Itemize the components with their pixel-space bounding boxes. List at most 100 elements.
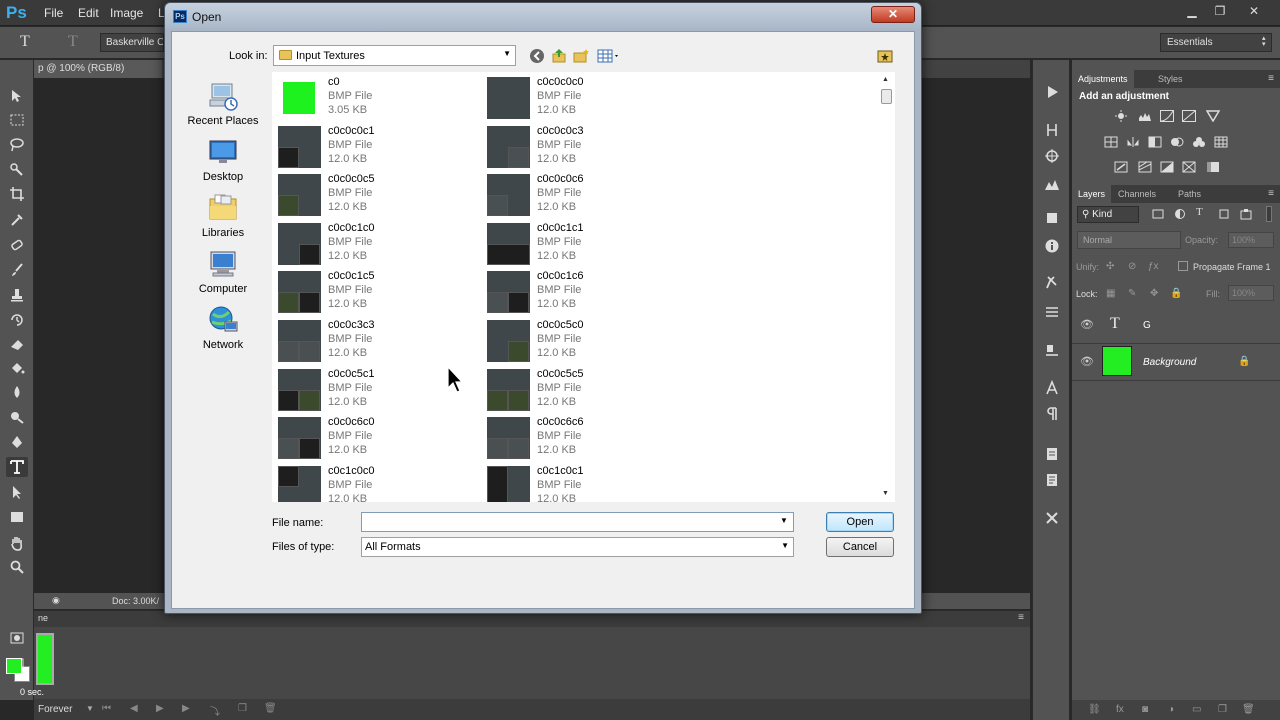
vibrance-icon[interactable] bbox=[1206, 110, 1220, 122]
tab-styles[interactable]: Styles bbox=[1152, 70, 1189, 88]
frame-1-thumbnail[interactable] bbox=[36, 633, 54, 685]
rectangle-tool-icon[interactable] bbox=[6, 507, 28, 527]
eyedropper-tool-icon[interactable] bbox=[6, 210, 28, 230]
type-tool-button-icon[interactable] bbox=[6, 457, 28, 477]
file-item[interactable]: c0c0c1c5 BMP File 12.0 KB bbox=[274, 268, 474, 314]
visibility-eye-icon[interactable]: 👁 bbox=[1080, 318, 1094, 331]
unify-position-icon[interactable]: ✣ bbox=[1106, 261, 1114, 272]
cancel-button[interactable]: Cancel bbox=[826, 537, 894, 557]
file-item[interactable]: c0c0c5c5 BMP File 12.0 KB bbox=[483, 366, 683, 412]
color-balance-icon[interactable] bbox=[1126, 136, 1140, 148]
posterize-icon[interactable] bbox=[1138, 161, 1152, 173]
file-item[interactable]: c0c0c1c0 BMP File 12.0 KB bbox=[274, 220, 474, 266]
fill-input[interactable]: 100% bbox=[1228, 285, 1274, 301]
tab-channels[interactable]: Channels bbox=[1112, 185, 1162, 203]
visibility-eye-icon[interactable]: 👁 bbox=[1080, 355, 1094, 368]
file-item[interactable]: c0c1c0c1 BMP File 12.0 KB bbox=[483, 463, 683, 502]
tween-icon[interactable]: ⤵ bbox=[210, 703, 220, 718]
play-icon[interactable]: ▶ bbox=[156, 703, 164, 714]
look-in-select[interactable]: Input Textures ▼ bbox=[273, 45, 516, 66]
threshold-icon[interactable] bbox=[1160, 161, 1174, 173]
measurement-icon[interactable] bbox=[1044, 472, 1060, 488]
place-computer[interactable]: Computer bbox=[180, 248, 266, 304]
place-desktop[interactable]: Desktop bbox=[180, 136, 266, 192]
delete-frame-icon[interactable]: 🗑 bbox=[264, 703, 277, 714]
new-layer-icon[interactable]: ❐ bbox=[1218, 704, 1227, 715]
filter-toggle[interactable] bbox=[1266, 206, 1272, 222]
unify-style-icon[interactable]: ƒx bbox=[1148, 261, 1159, 272]
unify-visibility-icon[interactable]: ⊘ bbox=[1128, 261, 1136, 272]
black-white-icon[interactable] bbox=[1148, 136, 1162, 148]
view-menu-button[interactable] bbox=[596, 47, 622, 65]
channel-mixer-icon[interactable] bbox=[1192, 136, 1206, 148]
favorites-button[interactable] bbox=[876, 47, 894, 65]
type-filter-icon[interactable]: T bbox=[1196, 206, 1203, 218]
selective-color-icon[interactable] bbox=[1182, 161, 1196, 173]
info-icon[interactable] bbox=[1044, 238, 1060, 254]
blend-mode-select[interactable]: Normal bbox=[1077, 231, 1181, 249]
file-item[interactable]: c0c0c5c1 BMP File 12.0 KB bbox=[274, 366, 474, 412]
close-window-icon[interactable]: ✕ bbox=[1243, 2, 1265, 20]
file-name-input[interactable] bbox=[361, 512, 794, 532]
tab-paths[interactable]: Paths bbox=[1172, 185, 1207, 203]
layer-filter-select[interactable]: ⚲ Kind bbox=[1077, 206, 1139, 223]
foreground-color-swatch[interactable] bbox=[6, 658, 22, 674]
panel-menu-icon[interactable]: ≡ bbox=[1018, 612, 1024, 623]
hue-saturation-icon[interactable] bbox=[1104, 136, 1118, 148]
minimize-icon[interactable]: ▁ bbox=[1181, 2, 1203, 20]
tab-adjustments[interactable]: Adjustments bbox=[1072, 70, 1134, 88]
chevron-down-icon[interactable]: ▼ bbox=[780, 516, 788, 525]
file-list-scrollbar[interactable]: ▲ ▼ bbox=[878, 72, 895, 502]
lock-paint-icon[interactable]: ✎ bbox=[1128, 288, 1136, 299]
frame-delay[interactable]: 0 sec. bbox=[20, 687, 44, 697]
status-arrow-icon[interactable]: ◉ bbox=[52, 595, 60, 606]
invert-icon[interactable] bbox=[1114, 161, 1128, 173]
menu-image[interactable]: Image bbox=[110, 6, 143, 20]
file-item[interactable]: c0c0c1c6 BMP File 12.0 KB bbox=[483, 268, 683, 314]
up-folder-button[interactable] bbox=[550, 47, 568, 65]
propagate-checkbox[interactable] bbox=[1178, 261, 1188, 271]
dodge-tool-icon[interactable] bbox=[6, 407, 28, 427]
layer-row-background[interactable]: 👁 Background 🔒 bbox=[1072, 343, 1280, 381]
hand-tool-icon[interactable] bbox=[6, 533, 28, 553]
duplicate-frame-icon[interactable]: ❐ bbox=[238, 703, 247, 714]
delete-layer-icon[interactable]: 🗑 bbox=[1242, 704, 1255, 715]
layer-name[interactable]: G bbox=[1143, 320, 1151, 331]
curves-icon[interactable] bbox=[1160, 110, 1174, 122]
first-frame-icon[interactable]: ⏮ bbox=[102, 703, 111, 714]
file-item[interactable]: c0c0c6c0 BMP File 12.0 KB bbox=[274, 414, 474, 460]
adjustment-filter-icon[interactable] bbox=[1174, 208, 1186, 220]
brightness-icon[interactable] bbox=[1114, 110, 1128, 122]
lock-pixels-icon[interactable]: ▦ bbox=[1106, 288, 1115, 299]
exposure-icon[interactable] bbox=[1182, 110, 1196, 122]
lasso-tool-icon[interactable] bbox=[6, 135, 28, 155]
document-tab[interactable]: p @ 100% (RGB/8) bbox=[34, 60, 162, 78]
smart-object-filter-icon[interactable] bbox=[1240, 208, 1252, 220]
restore-icon[interactable]: ❐ bbox=[1209, 2, 1231, 20]
menu-file[interactable]: File bbox=[44, 6, 63, 20]
place-network[interactable]: Network bbox=[180, 304, 266, 360]
history-brush-icon[interactable] bbox=[6, 310, 28, 330]
tool-presets-icon[interactable] bbox=[1044, 274, 1060, 290]
new-folder-button[interactable] bbox=[572, 47, 590, 65]
image-filter-icon[interactable] bbox=[1152, 208, 1164, 220]
loop-dropdown-icon[interactable]: ▼ bbox=[86, 704, 94, 713]
notes-icon[interactable] bbox=[1044, 446, 1060, 462]
dialog-titlebar[interactable]: Ps Open ✕ bbox=[165, 3, 921, 31]
gradient-map-icon[interactable] bbox=[1206, 161, 1220, 173]
file-item[interactable]: c0c0c0c1 BMP File 12.0 KB bbox=[274, 123, 474, 169]
opacity-input[interactable]: 100% bbox=[1228, 232, 1274, 248]
file-item[interactable]: c0c0c0c5 BMP File 12.0 KB bbox=[274, 171, 474, 217]
back-button[interactable] bbox=[528, 47, 546, 65]
crop-tool-icon[interactable] bbox=[6, 184, 28, 204]
scroll-up-icon[interactable]: ▲ bbox=[882, 76, 889, 83]
path-selection-icon[interactable] bbox=[6, 482, 28, 502]
layer-row-text[interactable]: 👁 T G bbox=[1072, 306, 1280, 344]
loop-options-select[interactable]: Forever bbox=[38, 704, 72, 715]
tab-layers[interactable]: Layers bbox=[1072, 185, 1112, 203]
add-mask-icon[interactable]: ◙ bbox=[1142, 704, 1148, 715]
levels-icon[interactable] bbox=[1138, 110, 1152, 122]
color-lookup-icon[interactable] bbox=[1214, 136, 1228, 148]
photo-filter-icon[interactable] bbox=[1170, 136, 1184, 148]
new-adjustment-icon[interactable]: ◑ bbox=[1168, 704, 1174, 715]
